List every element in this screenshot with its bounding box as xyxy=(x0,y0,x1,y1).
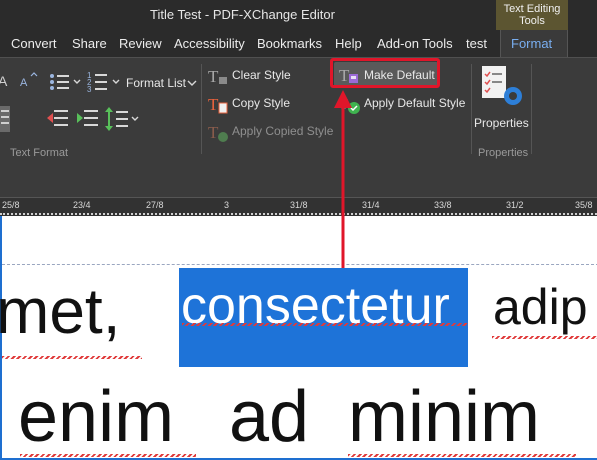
annotation-arrow xyxy=(334,90,352,268)
